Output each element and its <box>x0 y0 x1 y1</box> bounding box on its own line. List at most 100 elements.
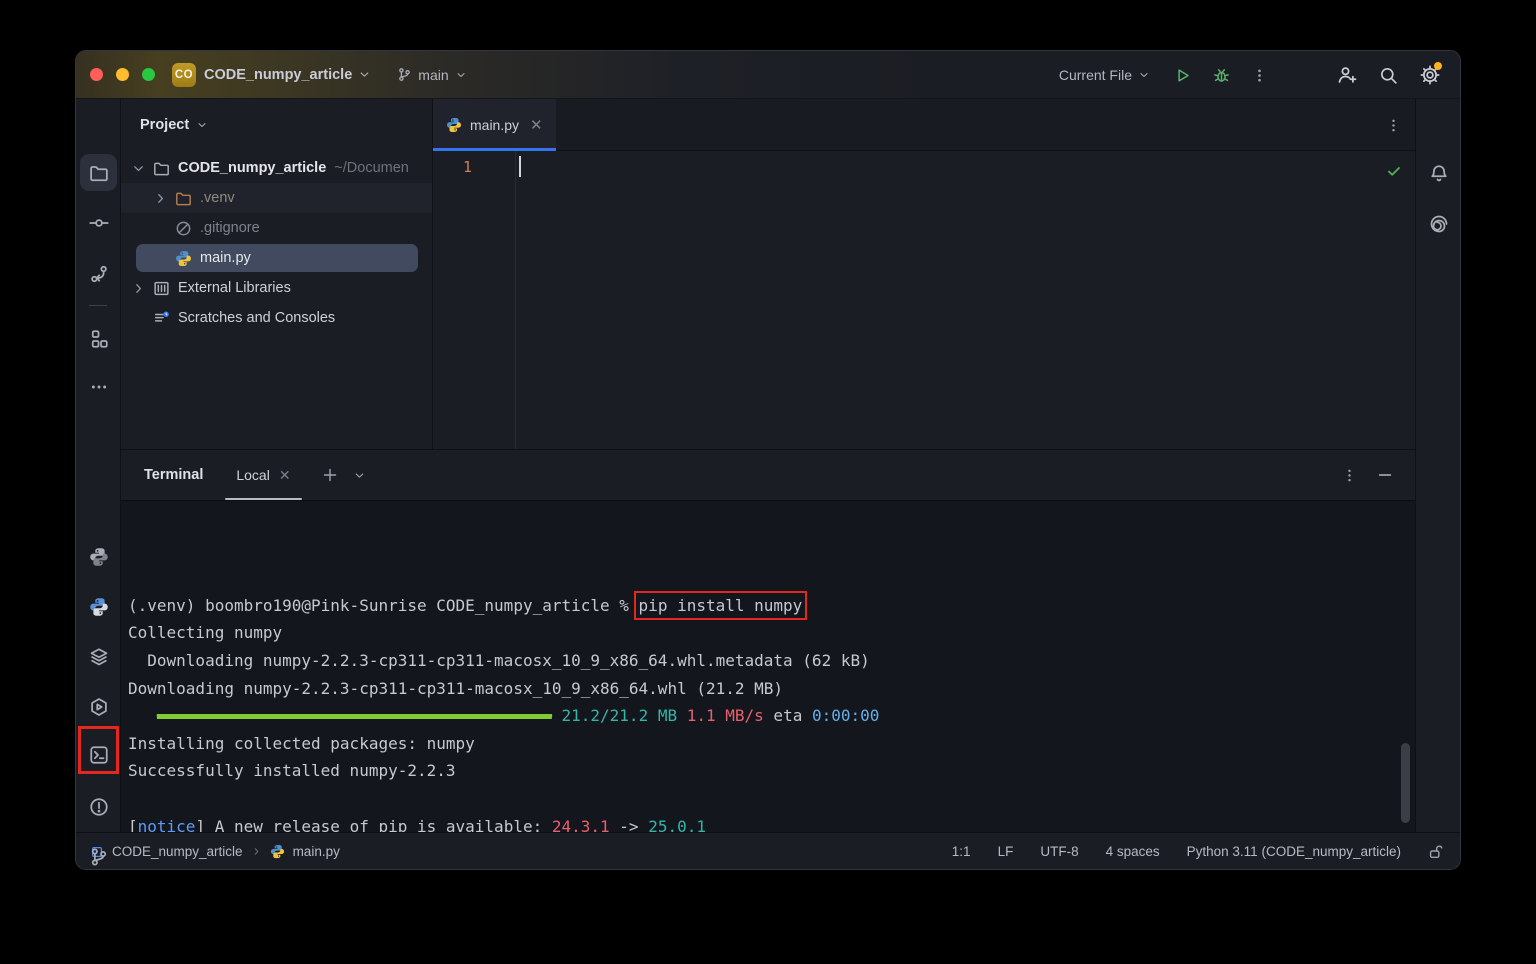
tool-vcs-update-button[interactable] <box>80 255 117 292</box>
terminal-text-segment: Installing collected packages: numpy <box>128 734 475 753</box>
play-icon <box>1174 67 1191 84</box>
terminal-line: Successfully installed numpy-2.2.3 <box>128 757 1415 785</box>
bell-icon <box>1429 164 1449 184</box>
terminal-text-segment: 1.1 MB/s <box>687 706 764 725</box>
terminal-sessions-dropdown[interactable] <box>348 463 372 487</box>
tool-structure-button[interactable] <box>80 320 117 357</box>
editor-tabs-options-button[interactable] <box>1386 99 1401 151</box>
minimize-button[interactable] <box>116 68 129 81</box>
structure-icon <box>89 329 109 349</box>
terminal-tab-close-icon[interactable]: ✕ <box>279 467 291 484</box>
tool-python-packages-button[interactable] <box>80 588 117 625</box>
branch-selector[interactable]: main <box>397 67 466 83</box>
settings-notification-dot <box>1434 62 1442 70</box>
run-configuration-selector[interactable]: Current File <box>1059 67 1150 83</box>
terminal-header: Terminal Local ✕ <box>121 450 1415 500</box>
terminal-line: Downloading numpy-2.2.3-cp311-cp311-maco… <box>128 675 1415 703</box>
breadcrumb-file[interactable]: main.py <box>293 844 340 859</box>
user-plus-icon <box>1337 65 1357 85</box>
tree-row-main-py[interactable]: main.py <box>121 243 432 273</box>
tool-problems-button[interactable] <box>80 788 117 825</box>
line-separator[interactable]: LF <box>998 844 1014 859</box>
titlebar-more-button[interactable] <box>1252 68 1267 83</box>
terminal-text-segment <box>128 706 157 725</box>
chevron-down-icon <box>196 119 208 131</box>
file-encoding[interactable]: UTF-8 <box>1040 844 1078 859</box>
terminal-text-segment: 21.2/21.2 MB <box>562 706 678 725</box>
project-panel-header[interactable]: Project <box>121 99 432 151</box>
terminal-output[interactable]: (.venv) boombro190@Pink-Sunrise CODE_num… <box>121 500 1415 832</box>
tool-more-button[interactable] <box>80 368 117 405</box>
code-with-me-button[interactable] <box>1337 65 1357 85</box>
caret-position[interactable]: 1:1 <box>952 844 971 859</box>
tree-label: CODE_numpy_article <box>178 160 326 176</box>
terminal-text-segment: notice <box>138 817 196 832</box>
project-switcher[interactable]: CODE_numpy_article <box>196 67 371 83</box>
python-console-icon <box>89 547 109 567</box>
inspections-ok-icon[interactable] <box>1386 163 1402 179</box>
tree-row-project-root[interactable]: CODE_numpy_article ~/Documen <box>121 153 432 183</box>
kebab-icon <box>1252 68 1267 83</box>
tool-python-console-button[interactable] <box>80 538 117 575</box>
run-configuration-label: Current File <box>1059 67 1132 83</box>
chevron-down-icon <box>1138 69 1150 81</box>
tree-row-external-libraries[interactable]: External Libraries <box>121 273 432 303</box>
tool-version-control-button[interactable] <box>80 838 117 870</box>
kebab-icon <box>1342 468 1357 483</box>
tool-dependencies-button[interactable] <box>80 638 117 675</box>
hide-terminal-button[interactable] <box>1377 467 1393 483</box>
terminal-line: Downloading numpy-2.2.3-cp311-cp311-maco… <box>128 647 1415 675</box>
tree-label: .gitignore <box>200 220 260 236</box>
terminal-panel: Terminal Local ✕ <box>121 449 1415 832</box>
unlocked-icon[interactable] <box>1428 844 1444 860</box>
indent-style[interactable]: 4 spaces <box>1106 844 1160 859</box>
terminal-tab-local[interactable]: Local ✕ <box>223 450 303 500</box>
tree-row-scratches[interactable]: Scratches and Consoles <box>121 303 432 333</box>
ai-assistant-button[interactable] <box>1420 205 1457 242</box>
editor-content[interactable]: 1 <box>433 151 1415 449</box>
check-icon <box>1386 163 1402 179</box>
plus-icon <box>322 467 338 483</box>
tool-terminal-button[interactable] <box>80 736 117 773</box>
tool-project-button[interactable] <box>80 154 117 191</box>
kebab-icon <box>1386 118 1401 133</box>
tree-row-venv[interactable]: .venv <box>121 183 432 213</box>
notifications-button[interactable] <box>1420 155 1457 192</box>
python-file-icon <box>270 844 285 859</box>
run-button[interactable] <box>1174 67 1191 84</box>
more-tool-windows-icon <box>90 378 108 396</box>
editor-caret <box>519 156 521 177</box>
editor-area: main.py ✕ 1 <box>433 99 1415 449</box>
terminal-scrollbar-thumb[interactable] <box>1401 743 1410 823</box>
chevron-right-icon <box>251 846 262 857</box>
debug-button[interactable] <box>1213 67 1230 84</box>
close-button[interactable] <box>90 68 103 81</box>
python-interpreter[interactable]: Python 3.11 (CODE_numpy_article) <box>1187 844 1401 859</box>
zoom-button[interactable] <box>142 68 155 81</box>
tab-close-icon[interactable]: ✕ <box>530 116 543 134</box>
terminal-line <box>128 785 1415 813</box>
commit-icon <box>89 213 109 233</box>
tree-label: External Libraries <box>178 280 291 296</box>
search-everywhere-button[interactable] <box>1379 66 1398 85</box>
breadcrumb-project[interactable]: CODE_numpy_article <box>112 844 243 859</box>
terminal-text-segment: -> <box>610 817 649 832</box>
chevron-down-icon <box>353 469 366 482</box>
settings-button[interactable] <box>1420 65 1440 85</box>
terminal-line: Collecting numpy <box>128 619 1415 647</box>
editor-tab-bar: main.py ✕ <box>433 99 1415 151</box>
tool-commit-button[interactable] <box>80 204 117 241</box>
terminal-text-segment: Downloading numpy-2.2.3-cp311-cp311-maco… <box>128 679 783 698</box>
terminal-line: (.venv) boombro190@Pink-Sunrise CODE_num… <box>128 592 1415 620</box>
terminal-options-button[interactable] <box>1342 468 1357 483</box>
tab-main-py[interactable]: main.py ✕ <box>433 99 556 150</box>
ide-window: CO CODE_numpy_article main Current File <box>75 50 1461 870</box>
tool-services-button[interactable] <box>80 688 117 725</box>
chevron-down-icon <box>358 68 371 81</box>
new-terminal-session-button[interactable] <box>318 463 342 487</box>
tree-row-gitignore[interactable]: .gitignore <box>121 213 432 243</box>
activity-divider <box>89 305 107 306</box>
bug-icon <box>1213 67 1230 84</box>
tree-label: .venv <box>200 190 235 206</box>
version-control-icon <box>89 847 109 867</box>
